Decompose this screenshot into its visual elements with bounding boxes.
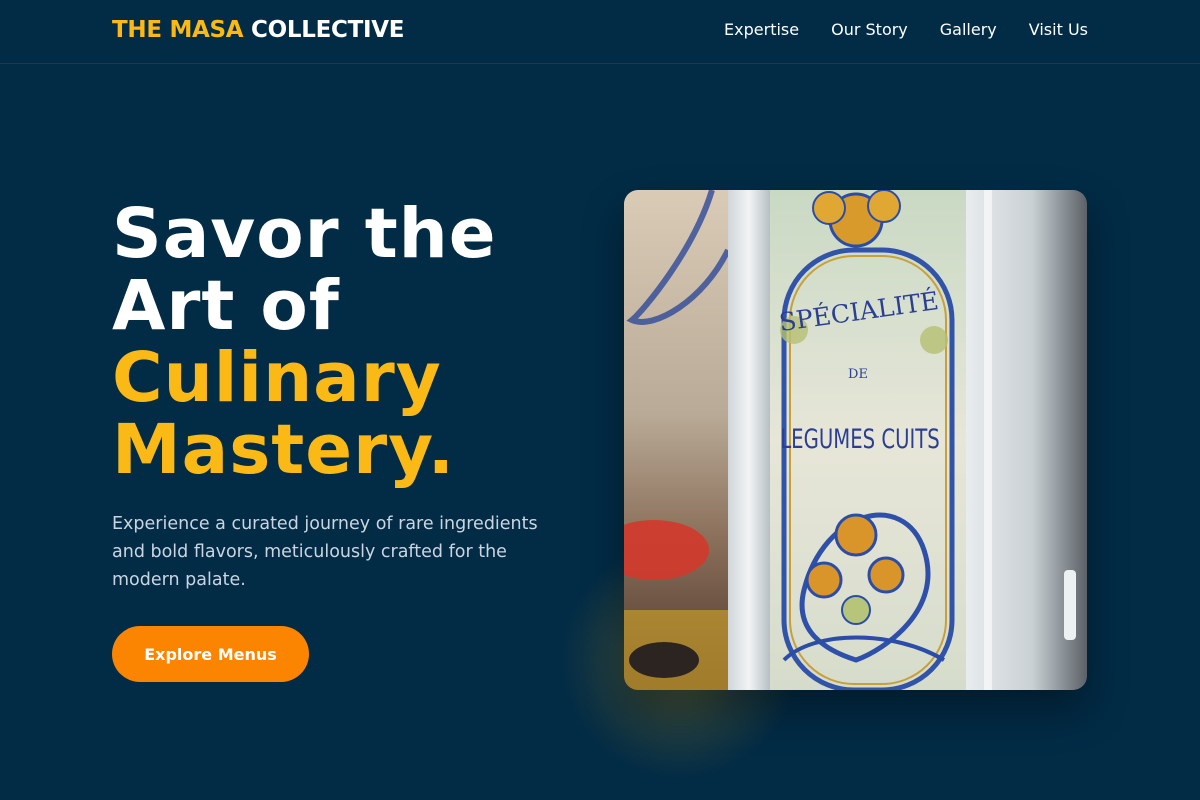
nav-link-expertise[interactable]: Expertise (724, 20, 799, 39)
sign-text-bottom: LEGUMES CUITS (780, 424, 940, 455)
hero-photo: SPÉCIALITÉ DE LEGUMES CUITS (624, 190, 1087, 690)
headline-line-2: Art of (112, 266, 340, 346)
hero-lead-text: Experience a curated journey of rare ing… (112, 514, 538, 590)
nav-link-visit-us[interactable]: Visit Us (1029, 20, 1088, 39)
nav-link-our-story[interactable]: Our Story (831, 20, 908, 39)
main-nav: Expertise Our Story Gallery Visit Us (724, 20, 1088, 39)
headline-accent-line-2: Mastery. (112, 410, 455, 490)
headline-line-1: Savor the (112, 194, 497, 274)
top-navigation-bar: THE MASA COLLECTIVE Expertise Our Story … (0, 0, 1200, 64)
brand-logo[interactable]: THE MASA COLLECTIVE (112, 17, 404, 43)
brand-logo-rest: COLLECTIVE (251, 17, 405, 43)
door-frame-left (728, 190, 770, 690)
headline-accent-line-1: Culinary (112, 338, 442, 418)
brand-logo-accent: THE MASA (112, 17, 244, 43)
hero-headline: Savor the Art of Culinary Mastery. (112, 198, 592, 486)
sign-text-mid: DE (848, 367, 868, 382)
nav-link-gallery[interactable]: Gallery (940, 20, 997, 39)
explore-menus-button[interactable]: Explore Menus (112, 626, 309, 682)
